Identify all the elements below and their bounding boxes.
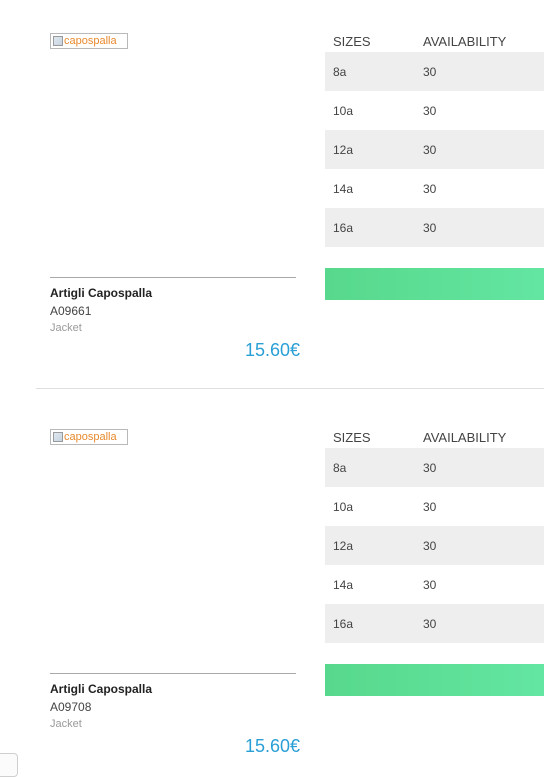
table-header-row: SIZES AVAILABILITY bbox=[325, 30, 544, 52]
table-row: 12a 30 bbox=[325, 526, 544, 565]
product-code: A09661 bbox=[50, 304, 92, 318]
availability-cell: 30 bbox=[423, 130, 544, 169]
size-cell: 10a bbox=[333, 103, 354, 118]
broken-image-icon bbox=[53, 432, 63, 442]
availability-cell: 30 bbox=[423, 208, 544, 247]
table-row: 10a 30 bbox=[325, 487, 544, 526]
availability-header: AVAILABILITY bbox=[423, 429, 507, 445]
product-price: 15.60€ bbox=[244, 736, 300, 756]
table-header-row: SIZES AVAILABILITY bbox=[325, 426, 544, 448]
scroll-to-top-button[interactable] bbox=[0, 753, 18, 777]
size-cell: 12a bbox=[325, 526, 423, 565]
product-category: Jacket bbox=[50, 322, 82, 334]
size-cell: 14a bbox=[333, 181, 354, 196]
order-button[interactable] bbox=[325, 268, 544, 300]
product-image-alt: capospalla bbox=[64, 35, 117, 47]
size-cell: 8a bbox=[325, 52, 423, 91]
table-row: 16a 30 bbox=[325, 208, 544, 247]
size-cell: 16a bbox=[325, 208, 423, 247]
availability-cell: 30 bbox=[423, 604, 544, 643]
size-cell: 8a bbox=[325, 448, 423, 487]
broken-image-icon bbox=[53, 36, 63, 46]
table-row: 16a 30 bbox=[325, 604, 544, 643]
availability-cell: 30 bbox=[423, 103, 437, 118]
size-cell: 12a bbox=[325, 130, 423, 169]
sizes-header: SIZES bbox=[333, 33, 371, 49]
product-name: Artigli Capospalla bbox=[50, 682, 153, 696]
sizes-availability-table: SIZES AVAILABILITY 8a 30 10a 30 12a 30 1… bbox=[325, 30, 544, 247]
table-row: 8a 30 bbox=[325, 448, 544, 487]
order-button[interactable] bbox=[325, 664, 544, 696]
size-cell: 10a bbox=[333, 499, 354, 514]
size-cell: 16a bbox=[325, 604, 423, 643]
sizes-header: SIZES bbox=[333, 429, 371, 445]
sizes-availability-table: SIZES AVAILABILITY 8a 30 10a 30 12a 30 1… bbox=[325, 426, 544, 643]
table-row: 10a 30 bbox=[325, 91, 544, 130]
size-cell: 14a bbox=[333, 577, 354, 592]
product-category: Jacket bbox=[50, 718, 82, 730]
availability-cell: 30 bbox=[423, 526, 544, 565]
divider bbox=[50, 673, 296, 674]
availability-cell: 30 bbox=[423, 448, 544, 487]
product-name: Artigli Capospalla bbox=[50, 286, 153, 300]
product-code: A09708 bbox=[50, 700, 92, 714]
availability-cell: 30 bbox=[423, 577, 437, 592]
product-price: 15.60€ bbox=[244, 340, 300, 360]
product-image[interactable]: capospalla bbox=[50, 429, 128, 445]
table-row: 12a 30 bbox=[325, 130, 544, 169]
divider bbox=[50, 277, 296, 278]
product-image[interactable]: capospalla bbox=[50, 33, 128, 49]
product-image-alt: capospalla bbox=[64, 431, 117, 443]
table-row: 8a 30 bbox=[325, 52, 544, 91]
table-row: 14a 30 bbox=[325, 565, 544, 604]
availability-header: AVAILABILITY bbox=[423, 33, 507, 49]
table-row: 14a 30 bbox=[325, 169, 544, 208]
availability-cell: 30 bbox=[423, 499, 437, 514]
availability-cell: 30 bbox=[423, 52, 544, 91]
product-separator bbox=[36, 388, 544, 389]
availability-cell: 30 bbox=[423, 181, 437, 196]
